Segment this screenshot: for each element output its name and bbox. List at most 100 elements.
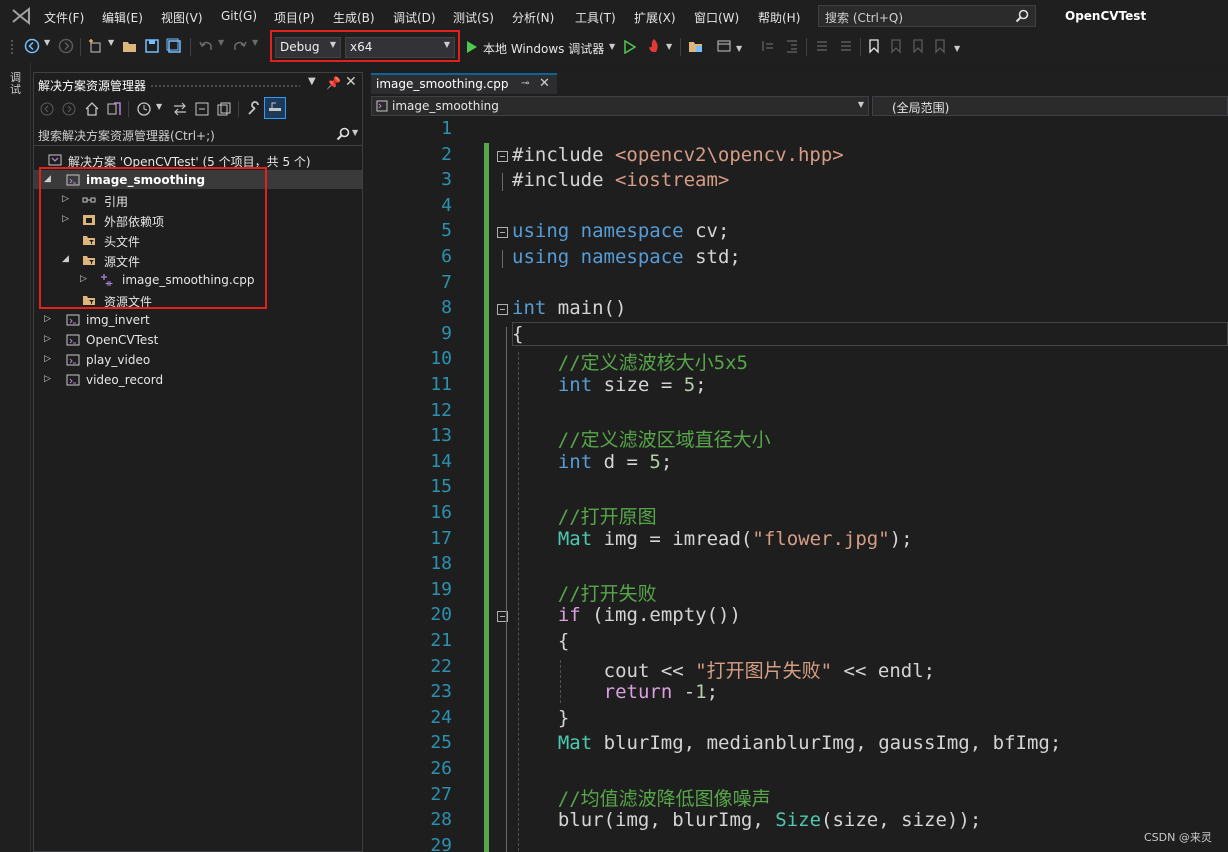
- clear-bookmarks-icon[interactable]: [932, 38, 948, 54]
- breakpoint-step-icon[interactable]: [760, 38, 776, 54]
- menu-help[interactable]: 帮助(H): [758, 9, 800, 26]
- hot-reload-icon[interactable]: [646, 38, 662, 54]
- search-icon: [1015, 9, 1029, 23]
- project-label: OpenCVTest: [86, 333, 159, 347]
- search-options-icon[interactable]: ▼: [352, 128, 358, 137]
- forward-icon[interactable]: [58, 38, 74, 54]
- start-without-debug-icon[interactable]: [624, 40, 636, 54]
- debug-tab[interactable]: 调 试: [10, 72, 24, 96]
- solution-folder-icon[interactable]: [688, 38, 704, 54]
- menu-git[interactable]: Git(G): [221, 9, 257, 23]
- line-number: 1: [441, 118, 452, 139]
- menu-debug[interactable]: 调试(D): [393, 9, 436, 26]
- undo-dropdown-icon[interactable]: ▼: [218, 38, 224, 47]
- switch-views-icon[interactable]: [106, 101, 122, 117]
- forward-icon[interactable]: [62, 102, 76, 116]
- line-number: 26: [430, 758, 452, 779]
- configuration-dropdown[interactable]: Debug ▼: [275, 37, 341, 58]
- code-text: }: [557, 706, 570, 729]
- collapse-all-icon[interactable]: [194, 101, 210, 117]
- member-scope-dropdown[interactable]: (全局范围): [872, 96, 1228, 116]
- home-icon[interactable]: [84, 101, 100, 117]
- sync-icon[interactable]: [172, 101, 188, 117]
- search-input[interactable]: 搜索 (Ctrl+Q): [818, 5, 1036, 27]
- show-all-files-icon[interactable]: [216, 101, 232, 117]
- close-icon[interactable]: ✕: [345, 74, 357, 90]
- redo-icon[interactable]: [232, 38, 248, 54]
- debugger-dropdown-icon[interactable]: ▼: [609, 42, 615, 51]
- menu-edit[interactable]: 编辑(E): [102, 9, 143, 26]
- tree-project-video-record[interactable]: ▷ video_record: [34, 370, 362, 390]
- visual-studio-logo-icon[interactable]: [10, 7, 32, 25]
- menu-bar: 文件(F) 编辑(E) 视图(V) Git(G) 项目(P) 生成(B) 调试(…: [0, 0, 1228, 32]
- menu-file[interactable]: 文件(F): [44, 9, 84, 26]
- platform-dropdown[interactable]: x64 ▼: [345, 37, 455, 58]
- collapsed-arrow-icon[interactable]: ▷: [44, 354, 51, 364]
- solution-search-input[interactable]: 搜索解决方案资源管理器(Ctrl+;) ▼: [34, 124, 362, 146]
- menu-view[interactable]: 视图(V): [161, 9, 203, 26]
- code-editor[interactable]: 1 2 #include <opencv2\opencv.hpp> 3 #include…: [370, 117, 1228, 852]
- close-tab-icon[interactable]: ✕: [539, 76, 550, 91]
- window-layout-icon[interactable]: [716, 38, 732, 54]
- save-all-icon[interactable]: [166, 38, 182, 54]
- collapsed-arrow-icon[interactable]: ▷: [44, 374, 51, 384]
- project-scope-dropdown[interactable]: image_smoothing ▼: [371, 96, 869, 116]
- panel-options-icon[interactable]: ▼: [308, 76, 316, 87]
- collapse-region-icon[interactable]: [497, 150, 508, 162]
- line-number: 29: [430, 834, 452, 852]
- code-line: 11 int size = 5;: [370, 374, 1228, 400]
- menu-extensions[interactable]: 扩展(X): [634, 9, 676, 26]
- chevron-down-icon: ▼: [329, 40, 336, 49]
- menu-test[interactable]: 测试(S): [453, 9, 494, 26]
- code-line: 15: [370, 476, 1228, 502]
- properties-wrench-icon[interactable]: [246, 101, 262, 117]
- save-icon[interactable]: [144, 38, 160, 54]
- tree-project-img-invert[interactable]: ▷ img_invert: [34, 310, 362, 330]
- code-text: //定义滤波区域直径大小: [512, 429, 771, 452]
- line-number: 16: [430, 502, 452, 523]
- preview-selected-button[interactable]: [264, 97, 286, 119]
- new-dropdown-icon[interactable]: ▼: [108, 38, 114, 47]
- back-icon[interactable]: [40, 102, 54, 116]
- menu-tools[interactable]: 工具(T): [575, 9, 616, 26]
- next-bookmark-icon[interactable]: [910, 38, 926, 54]
- filter-dropdown-icon[interactable]: ▼: [156, 102, 162, 111]
- undo-icon[interactable]: [198, 38, 214, 54]
- menu-build[interactable]: 生成(B): [333, 9, 375, 26]
- start-debugger-button[interactable]: 本地 Windows 调试器: [483, 40, 604, 57]
- back-icon[interactable]: [24, 38, 40, 54]
- tree-project-play-video[interactable]: ▷ play_video: [34, 350, 362, 370]
- indent-guide: [518, 352, 519, 852]
- hot-reload-dropdown-icon[interactable]: ▼: [666, 42, 672, 51]
- menu-window[interactable]: 窗口(W): [694, 9, 739, 26]
- collapse-region-icon[interactable]: [497, 227, 508, 239]
- toolbar-overflow-icon[interactable]: ▼: [954, 44, 960, 53]
- start-debug-icon[interactable]: [466, 40, 478, 54]
- redo-dropdown-icon[interactable]: ▼: [252, 38, 258, 47]
- open-folder-icon[interactable]: [122, 38, 138, 54]
- new-project-icon[interactable]: [88, 38, 104, 54]
- current-line-highlight: [512, 322, 1228, 346]
- project-icon: [376, 100, 388, 112]
- code-line: 23 return -1;: [370, 681, 1228, 707]
- menu-project[interactable]: 项目(P): [274, 9, 315, 26]
- collapsed-arrow-icon[interactable]: ▷: [44, 334, 51, 344]
- pin-icon[interactable]: 📌: [326, 76, 341, 90]
- back-dropdown-icon[interactable]: ▼: [44, 38, 50, 47]
- uncomment-icon[interactable]: [838, 38, 854, 54]
- collapse-region-icon[interactable]: [497, 304, 508, 316]
- preview-icon: [269, 102, 281, 111]
- outdent-icon[interactable]: [784, 38, 800, 54]
- menu-analyze[interactable]: 分析(N): [512, 9, 554, 26]
- title-grip[interactable]: [150, 84, 300, 88]
- comment-icon[interactable]: [814, 38, 830, 54]
- layout-dropdown-icon[interactable]: ▼: [736, 44, 742, 53]
- bookmark-icon[interactable]: [866, 38, 882, 54]
- prev-bookmark-icon[interactable]: [888, 38, 904, 54]
- pending-changes-icon[interactable]: [136, 101, 152, 117]
- collapsed-arrow-icon[interactable]: ▷: [44, 314, 51, 324]
- pin-tab-icon[interactable]: ⊸: [521, 78, 529, 89]
- tab-image-smoothing-cpp[interactable]: image_smoothing.cpp ⊸ ✕: [371, 73, 557, 94]
- line-number: 25: [430, 732, 452, 754]
- tree-project-opencvtest[interactable]: ▷ OpenCVTest: [34, 330, 362, 350]
